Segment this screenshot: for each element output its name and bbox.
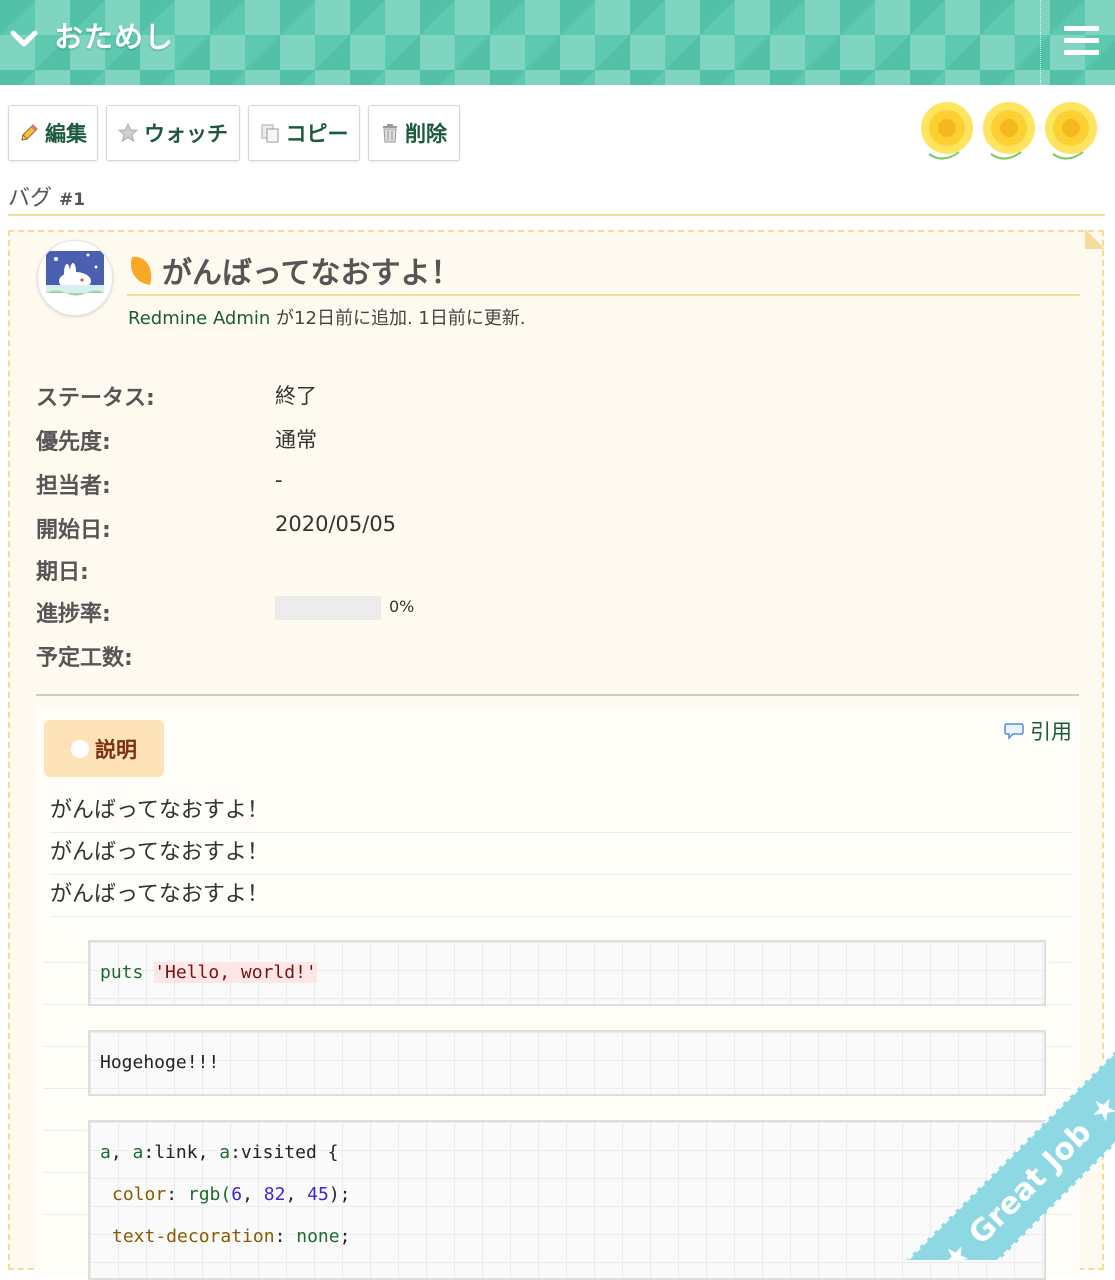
status-value: 終了 <box>275 384 317 408</box>
watch-button[interactable]: ウォッチ <box>106 105 240 161</box>
dandelion-icon <box>1045 102 1097 160</box>
comment-icon <box>1004 723 1024 740</box>
priority-value: 通常 <box>275 428 317 452</box>
quote-label: 引用 <box>1030 720 1072 744</box>
issue-subject: がんばってなおすよ！ <box>128 248 461 292</box>
start-date-value: 2020/05/05 <box>275 512 397 536</box>
pencil-icon <box>21 124 38 141</box>
subject-text: がんばってなおすよ！ <box>162 256 461 291</box>
project-title[interactable]: おためし <box>54 14 174 56</box>
author-line: Redmine Admin が12日前に追加. 1日前に更新. <box>128 304 526 330</box>
edit-button[interactable]: 編集 <box>8 105 98 161</box>
chevron-down-icon[interactable] <box>8 22 40 54</box>
code-string: 'Hello, world!' <box>154 962 317 983</box>
code-line: puts 'Hello, world!' <box>100 962 317 983</box>
issue-heading: バグ #1 <box>8 180 85 212</box>
due-date-label: 期日: <box>36 560 89 585</box>
ribbon-text: Great Job <box>961 1114 1099 1252</box>
progress-text: 0% <box>389 597 415 616</box>
author-link[interactable]: Redmine Admin <box>128 308 270 329</box>
star-icon <box>118 123 138 143</box>
code-line: Hogehoge!!! <box>100 1052 220 1073</box>
description-heading-text: 説明 <box>95 737 137 762</box>
great-job-ribbon: ★ Great Job ★ <box>830 1020 1115 1260</box>
code-line: color: rgb(6, 82, 45); <box>112 1184 351 1205</box>
heading-underline <box>8 214 1105 216</box>
code-line: text-decoration: none; <box>112 1226 351 1247</box>
quote-link[interactable]: 引用 <box>1004 716 1072 746</box>
menu-icon[interactable] <box>1064 26 1099 56</box>
attributes-divider <box>36 694 1079 696</box>
assignee-value: - <box>275 468 283 492</box>
top-header: おためし <box>0 0 1115 85</box>
description-line: がんばってなおすよ！ <box>50 874 1072 917</box>
star-icon: ★ <box>934 1234 979 1260</box>
delete-button[interactable]: 削除 <box>368 105 460 161</box>
progress-bar <box>275 596 381 620</box>
dandelion-decoration <box>921 102 1097 160</box>
status-label: ステータス: <box>36 386 155 411</box>
code-keyword: puts <box>100 962 144 983</box>
assignee-label: 担当者: <box>36 474 111 499</box>
start-date-label: 開始日: <box>36 518 111 543</box>
delete-label: 削除 <box>405 122 447 146</box>
subject-underline <box>127 294 1080 296</box>
priority-label: 優先度: <box>36 430 111 455</box>
copy-button[interactable]: コピー <box>248 105 360 161</box>
page-corner-icon <box>1085 229 1105 249</box>
dandelion-icon <box>921 102 973 160</box>
tracker-name: バグ <box>8 186 53 211</box>
leaf-icon <box>130 256 152 285</box>
dot-icon <box>71 739 89 758</box>
copy-icon <box>261 124 278 143</box>
star-icon: ★ <box>1081 1087 1115 1132</box>
issue-number: #1 <box>59 190 86 210</box>
progress-label: 進捗率: <box>36 602 111 627</box>
dandelion-icon <box>983 102 1035 160</box>
edit-label: 編集 <box>45 122 87 146</box>
code-line: a, a:link, a:visited { <box>100 1142 339 1163</box>
avatar <box>37 240 113 316</box>
description-heading: 説明 <box>44 720 164 777</box>
copy-label: コピー <box>285 122 349 146</box>
ribbon-band: ★ Great Job ★ <box>879 1032 1115 1260</box>
watch-label: ウォッチ <box>144 122 228 146</box>
code-block: puts 'Hello, world!' <box>88 940 1046 1006</box>
trash-icon <box>383 124 397 143</box>
estimate-label: 予定工数: <box>36 646 133 671</box>
author-suffix: が12日前に追加. 1日前に更新. <box>270 308 526 329</box>
header-divider <box>1040 0 1041 85</box>
description-line: がんばってなおすよ！ <box>50 790 1072 833</box>
description-line: がんばってなおすよ！ <box>50 832 1072 875</box>
